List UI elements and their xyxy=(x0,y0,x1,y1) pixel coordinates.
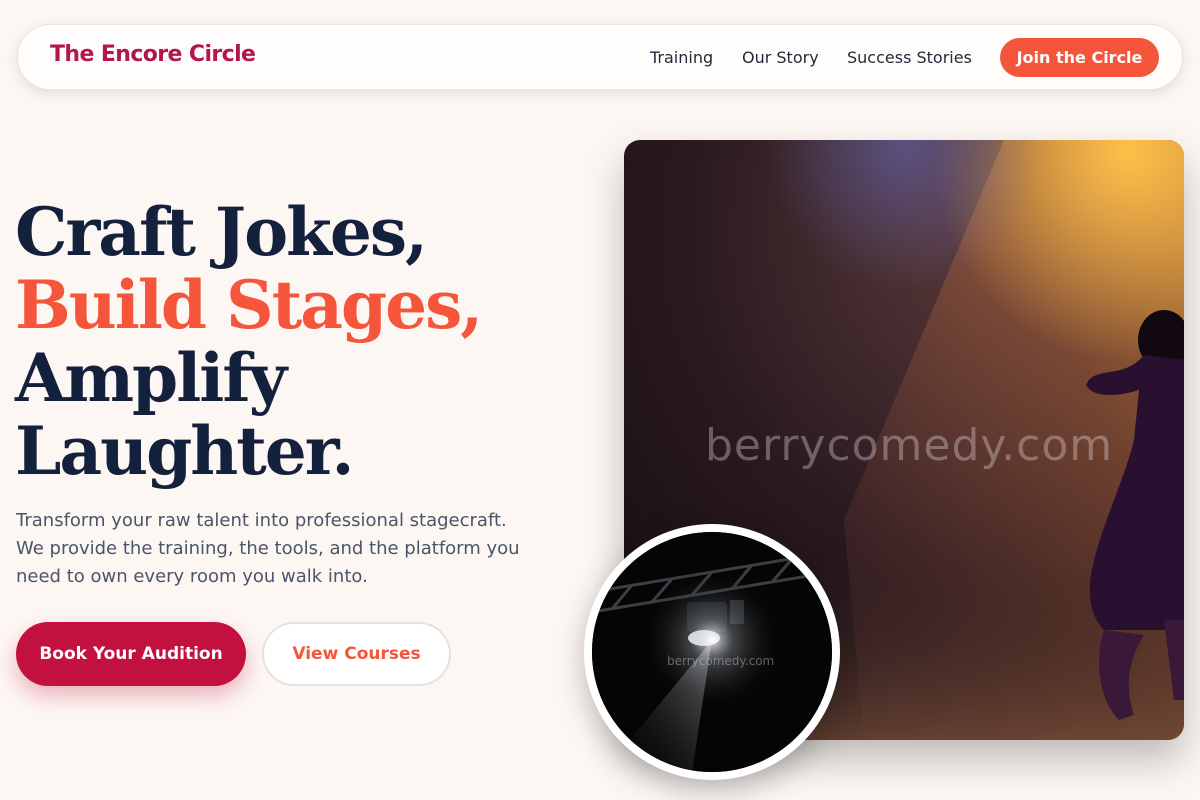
brand-logo[interactable]: The Encore Circle xyxy=(50,42,256,67)
join-circle-button[interactable]: Join the Circle xyxy=(1000,38,1159,77)
headline-line-3: Amplify xyxy=(15,339,287,417)
circle-watermark: berrycomedy.com xyxy=(667,654,775,668)
navbar: The Encore Circle Training Our Story Suc… xyxy=(17,24,1183,90)
headline-line-2: Build Stages, xyxy=(15,266,483,344)
spotlight-photo: berrycomedy.com xyxy=(592,532,832,772)
hero-description: Transform your raw talent into professio… xyxy=(16,510,520,587)
hero-headline: Craft Jokes, Build Stages, Amplify Laugh… xyxy=(15,193,483,490)
spotlight-circle-image: berrycomedy.com xyxy=(584,524,840,780)
nav-link-our-story[interactable]: Our Story xyxy=(742,48,819,67)
headline-line-1: Craft Jokes, xyxy=(15,193,428,271)
headline-line-4: Laughter. xyxy=(15,412,354,490)
view-courses-button[interactable]: View Courses xyxy=(262,622,451,686)
nav-link-success-stories[interactable]: Success Stories xyxy=(847,48,972,67)
image-watermark: berrycomedy.com xyxy=(705,420,1114,471)
nav-link-training[interactable]: Training xyxy=(650,48,713,67)
book-audition-button[interactable]: Book Your Audition xyxy=(16,622,246,686)
